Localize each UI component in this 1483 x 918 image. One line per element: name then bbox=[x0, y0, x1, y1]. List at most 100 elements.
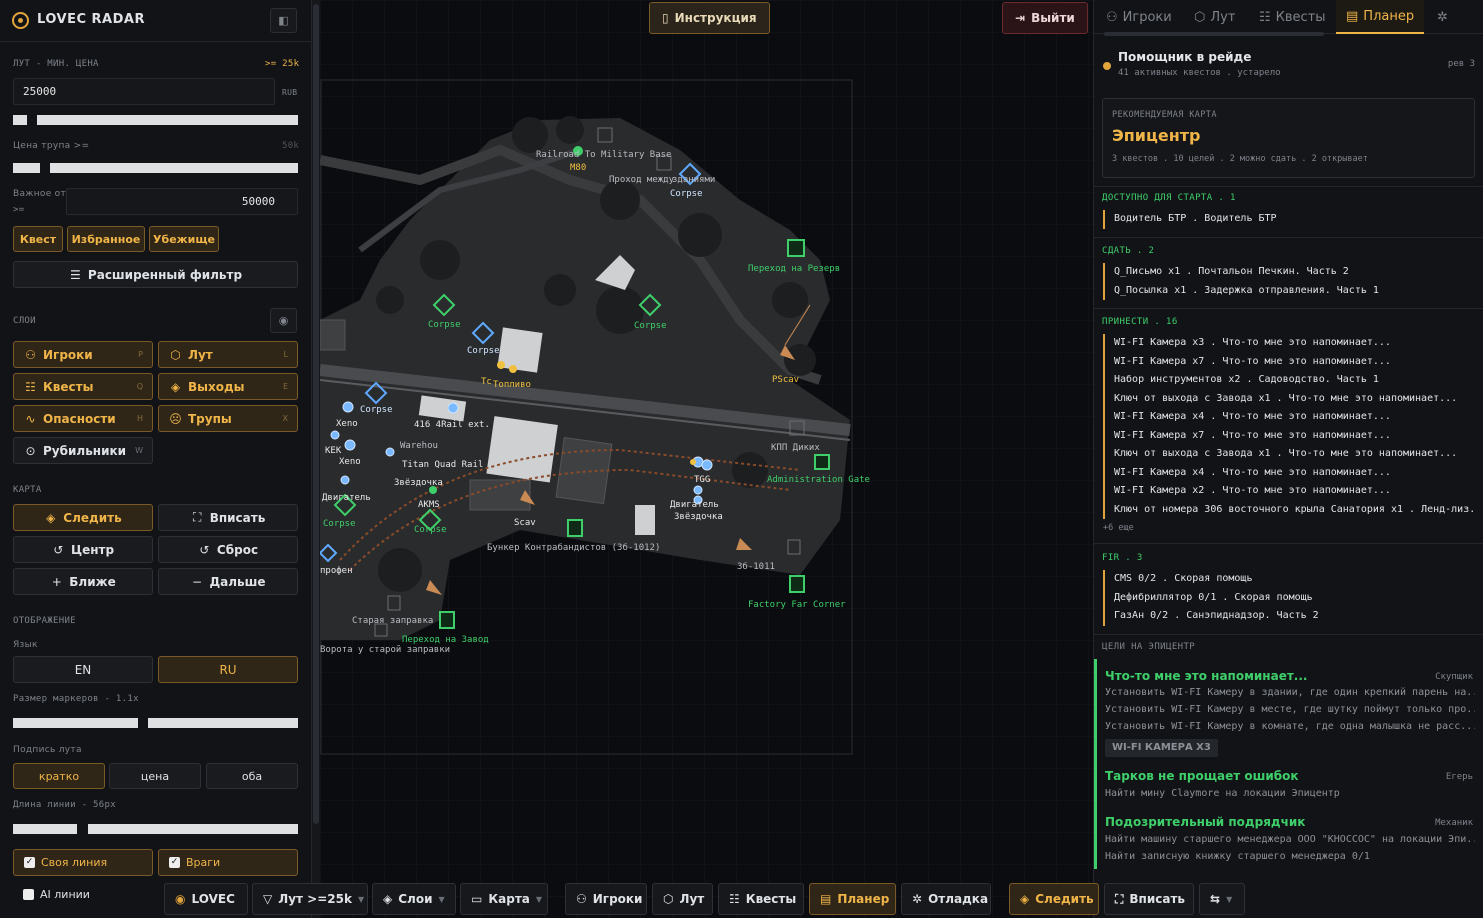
list-item[interactable]: WI-FI Камера x3 . Что-то мне это напомин… bbox=[1114, 334, 1474, 353]
tab-debug[interactable]: ✲ bbox=[1427, 0, 1458, 34]
layer-loot-button[interactable]: ⬡ Лут L bbox=[158, 341, 298, 368]
center-button[interactable]: ↺ Центр bbox=[13, 536, 153, 563]
layer-switches-label: Рубильники bbox=[43, 443, 127, 458]
chevron-down-icon: ▼ bbox=[1226, 894, 1233, 904]
turnin-section-label: СДАТЬ . 2 bbox=[1102, 246, 1155, 256]
favorites-filter-button[interactable]: Избранное bbox=[67, 226, 145, 252]
caption-both-button[interactable]: оба bbox=[206, 763, 298, 789]
follow-bottom-button[interactable]: ◈ Следить bbox=[1009, 883, 1099, 915]
quest-filter-button[interactable]: Квест bbox=[13, 226, 63, 252]
skull-icon: ☹ bbox=[169, 411, 182, 426]
sidebar-scrollbar[interactable] bbox=[312, 0, 320, 918]
loot-filter-dropdown[interactable]: ▽ Лут >=25k ▼ bbox=[252, 883, 368, 915]
map-section-label: КАРТА bbox=[13, 485, 42, 495]
exit-button[interactable]: ⇥ Выйти bbox=[1002, 2, 1088, 34]
list-item[interactable]: WI-FI Камера x7 . Что-то мне это напомин… bbox=[1114, 427, 1474, 446]
bottom-logo-button[interactable]: ◉ LOVEC bbox=[164, 883, 248, 915]
map-dropdown[interactable]: ▭ Карта ▼ bbox=[460, 883, 548, 915]
map-canvas[interactable]: ▯ Инструкция ⇥ Выйти Railroad To Military … bbox=[320, 0, 1093, 918]
zoom-in-button[interactable]: + Ближе bbox=[13, 568, 153, 595]
debug-button[interactable]: ✲ Отладка bbox=[901, 883, 991, 915]
layer-exits-button[interactable]: ◈ Выходы E bbox=[158, 373, 298, 400]
list-item[interactable]: Ключ от выхода с Завода x1 . Что-то мне … bbox=[1114, 445, 1474, 464]
corpse-slider-thumb[interactable] bbox=[13, 163, 40, 173]
corpse-slider-track[interactable] bbox=[50, 163, 298, 173]
list-item[interactable]: CMS 0/2 . Скорая помощь bbox=[1114, 570, 1474, 589]
marker-slider-fill[interactable] bbox=[13, 718, 138, 728]
goals-accent-bar bbox=[1094, 659, 1097, 869]
loot-slider-thumb[interactable] bbox=[13, 115, 27, 125]
lang-en-button[interactable]: EN bbox=[13, 656, 153, 683]
collapse-sidebar-button[interactable]: ◧ bbox=[270, 8, 297, 33]
list-item[interactable]: WI-FI Камера x7 . Что-то мне это напомин… bbox=[1114, 353, 1474, 372]
fit-button[interactable]: ⛶ Вписать bbox=[158, 504, 298, 531]
caption-price-button[interactable]: цена bbox=[109, 763, 201, 789]
loot-label: Лут bbox=[679, 892, 705, 906]
list-item[interactable]: Набор инструментов x2 . Садоводство. Час… bbox=[1114, 371, 1474, 390]
map-label-kek: KEK bbox=[325, 446, 342, 456]
follow-button[interactable]: ◈ Следить bbox=[13, 504, 153, 531]
loot-min-price-label: ЛУТ - МИН. ЦЕНА bbox=[13, 59, 99, 69]
loot-button[interactable]: ⬡ Лут bbox=[652, 883, 713, 915]
map-label-tc: Tc bbox=[481, 377, 492, 387]
goal-title[interactable]: Тарков не прощает ошибок bbox=[1105, 769, 1299, 783]
map-label-pscav: PScav bbox=[772, 375, 800, 385]
goal-line: Установить WI-FI Камеру в месте, где шут… bbox=[1105, 704, 1475, 715]
fit-bottom-button[interactable]: ⛶ Вписать bbox=[1104, 883, 1194, 915]
lang-ru-button[interactable]: RU bbox=[158, 656, 298, 683]
list-item[interactable]: WI-FI Камера x4 . Что-то мне это напомин… bbox=[1114, 408, 1474, 427]
marker-slider-track[interactable] bbox=[148, 718, 298, 728]
settings-dropdown[interactable]: ⇆ ▼ bbox=[1199, 883, 1245, 915]
tab-planner[interactable]: ▤ Планер bbox=[1336, 0, 1424, 34]
enemies-toggle[interactable]: ✓ Враги bbox=[158, 849, 298, 876]
tab-quests[interactable]: ☷ Квесты bbox=[1249, 0, 1336, 34]
list-item[interactable]: WI-FI Камера x4 . Что-то мне это напомин… bbox=[1114, 464, 1474, 483]
important-input[interactable]: 50000 bbox=[66, 188, 298, 215]
layer-corpses-button[interactable]: ☹ Трупы X bbox=[158, 405, 298, 432]
map-label-to-factory: Переход на Завод bbox=[402, 635, 489, 645]
hideout-filter-button[interactable]: Убежище bbox=[149, 226, 219, 252]
loot-slider-track[interactable] bbox=[37, 115, 298, 125]
own-line-toggle[interactable]: ✓ Своя линия bbox=[13, 849, 153, 876]
map-label-corpse-5: Corpse bbox=[360, 405, 393, 415]
layer-hazards-button[interactable]: ∿ Опасности H bbox=[13, 405, 153, 432]
list-item[interactable]: Q_Письмо x1 . Почтальон Печкин. Часть 2 bbox=[1114, 263, 1474, 282]
layer-quests-button[interactable]: ☷ Квесты Q bbox=[13, 373, 153, 400]
players-button[interactable]: ⚇ Игроки bbox=[565, 883, 647, 915]
zoom-out-button[interactable]: − Дальше bbox=[158, 568, 298, 595]
list-item[interactable]: Ключ от выхода с Завода x1 . Что-то мне … bbox=[1114, 390, 1474, 409]
tab-players[interactable]: ⚇ Игроки bbox=[1096, 0, 1182, 34]
list-item[interactable]: ГазАн 0/2 . Санэпиднадзор. Часть 2 bbox=[1114, 607, 1474, 626]
goal-title[interactable]: Подозрительный подрядчик bbox=[1105, 815, 1305, 829]
box-icon: ⬡ bbox=[170, 347, 181, 362]
tabs-scrollbar[interactable] bbox=[1104, 32, 1324, 36]
layer-players-button[interactable]: ⚇ Игроки P bbox=[13, 341, 153, 368]
line-slider-track[interactable] bbox=[88, 824, 298, 834]
scrollbar-thumb[interactable] bbox=[313, 4, 319, 824]
list-item[interactable]: Q_Посылка x1 . Задержка отправления. Час… bbox=[1114, 282, 1474, 301]
ai-lines-toggle[interactable]: AI линии bbox=[13, 881, 153, 908]
layers-dropdown[interactable]: ◈ Слои ▼ bbox=[372, 883, 456, 915]
bring-more-label[interactable]: +6 еще bbox=[1103, 523, 1134, 533]
list-item[interactable]: Ключ от номера 306 восточного крыла Сана… bbox=[1114, 501, 1474, 520]
quests-button[interactable]: ☷ Квесты bbox=[718, 883, 804, 915]
checkbox-icon bbox=[23, 889, 34, 900]
tab-loot[interactable]: ⬡ Лут bbox=[1184, 0, 1245, 34]
layer-switches-button[interactable]: ⊙ Рубильники W bbox=[13, 437, 153, 464]
list-item[interactable]: Водитель БТР . Водитель БТР bbox=[1114, 210, 1474, 229]
instruction-button[interactable]: ▯ Инструкция bbox=[649, 2, 770, 34]
list-item[interactable]: WI-FI Камера x2 . Что-то мне это напомин… bbox=[1114, 482, 1474, 501]
line-slider-fill[interactable] bbox=[13, 824, 77, 834]
exit-label: Выйти bbox=[1031, 11, 1075, 25]
caption-short-button[interactable]: кратко bbox=[13, 763, 105, 789]
radar-logo-icon: ◉ bbox=[175, 892, 186, 906]
goal-title[interactable]: Что-то мне это напоминает... bbox=[1105, 669, 1307, 683]
app-title: LOVEC RADAR bbox=[37, 12, 145, 27]
list-item[interactable]: Дефибриллятор 0/1 . Скорая помощь bbox=[1114, 589, 1474, 608]
eye-icon[interactable]: ◉ bbox=[270, 308, 297, 333]
reset-button[interactable]: ↺ Сброс bbox=[158, 536, 298, 563]
planner-button[interactable]: ▤ Планер bbox=[809, 883, 896, 915]
advanced-filter-button[interactable]: ☰ Расширенный фильтр bbox=[13, 261, 298, 288]
loot-min-price-input[interactable]: 25000 bbox=[13, 78, 275, 105]
line-length-label: Длина линии - 56px bbox=[13, 800, 116, 810]
